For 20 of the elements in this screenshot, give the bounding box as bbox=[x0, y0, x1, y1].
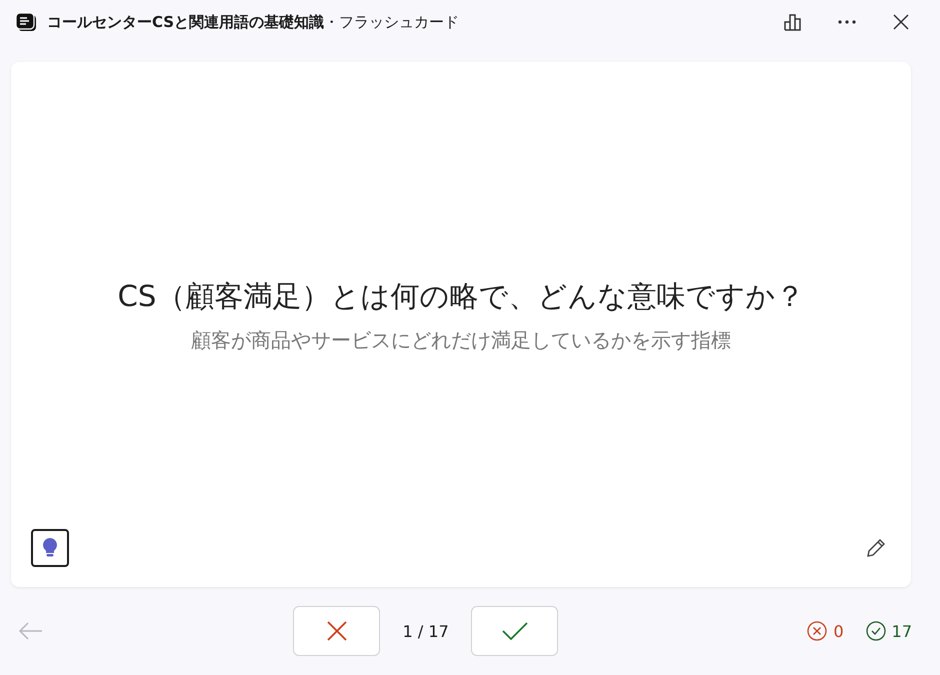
card-counter: 1 / 17 bbox=[402, 622, 450, 640]
cross-icon bbox=[326, 621, 347, 641]
checkmark-icon bbox=[502, 622, 528, 640]
pencil-icon bbox=[865, 537, 887, 559]
close-icon bbox=[893, 14, 909, 30]
hint-button[interactable] bbox=[31, 529, 69, 567]
window-title: コールセンターCSと関連用語の基礎知識 bbox=[47, 12, 324, 32]
correct-count: 17 bbox=[892, 622, 912, 640]
wrong-circle-icon bbox=[807, 621, 828, 641]
back-arrow-icon bbox=[18, 622, 44, 640]
window-subtitle: ・フラッシュカード bbox=[324, 12, 460, 32]
question-text: CS（顧客満足）とは何の略で、どんな意味ですか？ bbox=[118, 278, 804, 315]
wrong-count: 0 bbox=[833, 622, 844, 640]
more-icon bbox=[838, 20, 856, 24]
check-circle-icon bbox=[866, 621, 886, 641]
lightbulb-icon bbox=[43, 538, 57, 558]
bar-chart-icon bbox=[783, 13, 803, 31]
edit-button[interactable] bbox=[865, 537, 887, 559]
answer-text: 顧客が商品やサービスにどれだけ満足しているかを示す指標 bbox=[191, 327, 731, 354]
notes-icon bbox=[15, 12, 37, 32]
